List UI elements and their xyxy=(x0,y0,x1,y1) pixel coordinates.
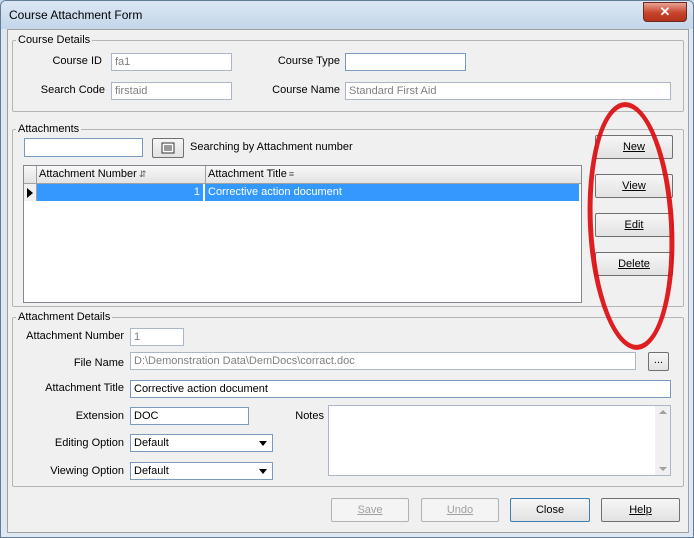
grid-header: Attachment Number ⇵ Attachment Title ≡ xyxy=(24,166,581,184)
course-details-group: Course Details xyxy=(12,34,684,112)
viewing-option-select[interactable]: Default xyxy=(130,462,273,480)
notes-textarea[interactable] xyxy=(328,405,671,476)
sort-icon: ⇵ xyxy=(138,169,147,179)
browse-file-button[interactable]: ... xyxy=(648,352,669,371)
attachments-legend: Attachments xyxy=(18,123,80,135)
search-mode-button[interactable] xyxy=(152,138,184,158)
grid-corner-cell xyxy=(24,166,37,183)
column-header-number[interactable]: Attachment Number ⇵ xyxy=(37,166,206,183)
cell-attachment-title[interactable]: Corrective action document xyxy=(204,184,579,201)
attachment-title-field[interactable]: Corrective action document xyxy=(130,380,671,398)
undo-button-label: Undo xyxy=(446,504,474,516)
search-code-label: Search Code xyxy=(40,84,105,96)
close-button-label: Close xyxy=(535,504,565,516)
row-indicator-icon xyxy=(24,184,37,201)
notes-scrollbar[interactable] xyxy=(655,406,670,475)
close-icon: ✕ xyxy=(659,4,671,19)
course-id-field[interactable]: fa1 xyxy=(111,53,232,71)
viewing-option-value: Default xyxy=(134,465,169,477)
editing-option-label: Editing Option xyxy=(54,437,124,449)
column-header-number-label: Attachment Number xyxy=(39,168,137,180)
course-type-field[interactable] xyxy=(345,53,466,71)
search-hint-text: Searching by Attachment number xyxy=(190,141,353,153)
course-attachment-window: Course Attachment Form ✕ Course Details … xyxy=(0,0,694,538)
scroll-down-icon[interactable] xyxy=(655,460,670,475)
save-button[interactable]: Save xyxy=(331,498,409,522)
attachment-number-label: Attachment Number xyxy=(26,330,124,342)
column-header-title[interactable]: Attachment Title ≡ xyxy=(206,166,580,183)
course-name-label: Course Name xyxy=(272,84,340,96)
attachment-search-input[interactable] xyxy=(24,138,143,157)
attachment-number-field[interactable]: 1 xyxy=(130,328,184,346)
course-name-field[interactable]: Standard First Aid xyxy=(345,82,671,100)
course-type-label: Course Type xyxy=(277,55,340,67)
cell-attachment-number[interactable]: 1 xyxy=(37,184,203,201)
file-name-field[interactable]: D:\Demonstration Data\DemDocs\corract.do… xyxy=(130,352,636,370)
viewing-option-label: Viewing Option xyxy=(50,465,124,477)
extension-label: Extension xyxy=(75,410,124,422)
table-row[interactable]: 1 Corrective action document xyxy=(24,184,581,201)
file-name-label: File Name xyxy=(73,357,124,369)
close-window-button[interactable]: ✕ xyxy=(643,2,687,22)
editing-option-select[interactable]: Default xyxy=(130,434,273,452)
help-button[interactable]: Help xyxy=(601,498,680,522)
undo-button[interactable]: Undo xyxy=(421,498,499,522)
extension-field[interactable]: DOC xyxy=(130,407,249,425)
attachments-grid[interactable]: Attachment Number ⇵ Attachment Title ≡ 1 C… xyxy=(23,165,582,303)
chevron-down-icon[interactable] xyxy=(256,464,271,478)
search-list-icon xyxy=(161,142,175,154)
search-code-field[interactable]: firstaid xyxy=(111,82,232,100)
window-title: Course Attachment Form xyxy=(9,8,143,22)
help-button-label: Help xyxy=(629,504,652,516)
attachment-title-label: Attachment Title xyxy=(45,382,124,394)
browse-button-label: ... xyxy=(653,354,664,366)
scroll-up-icon[interactable] xyxy=(655,406,670,421)
editing-option-value: Default xyxy=(134,437,169,449)
filter-icon: ≡ xyxy=(288,169,295,179)
course-details-legend: Course Details xyxy=(18,34,91,46)
save-button-label: Save xyxy=(357,504,383,516)
notes-label: Notes xyxy=(295,410,324,422)
chevron-down-icon[interactable] xyxy=(256,436,271,450)
column-header-title-label: Attachment Title xyxy=(208,168,287,180)
close-button[interactable]: Close xyxy=(510,498,590,522)
form-client-area: Course Details Course ID fa1 Search Code… xyxy=(7,29,689,533)
course-id-label: Course ID xyxy=(52,55,102,67)
attachment-details-legend: Attachment Details xyxy=(18,311,111,323)
title-bar[interactable]: Course Attachment Form ✕ xyxy=(1,1,693,29)
